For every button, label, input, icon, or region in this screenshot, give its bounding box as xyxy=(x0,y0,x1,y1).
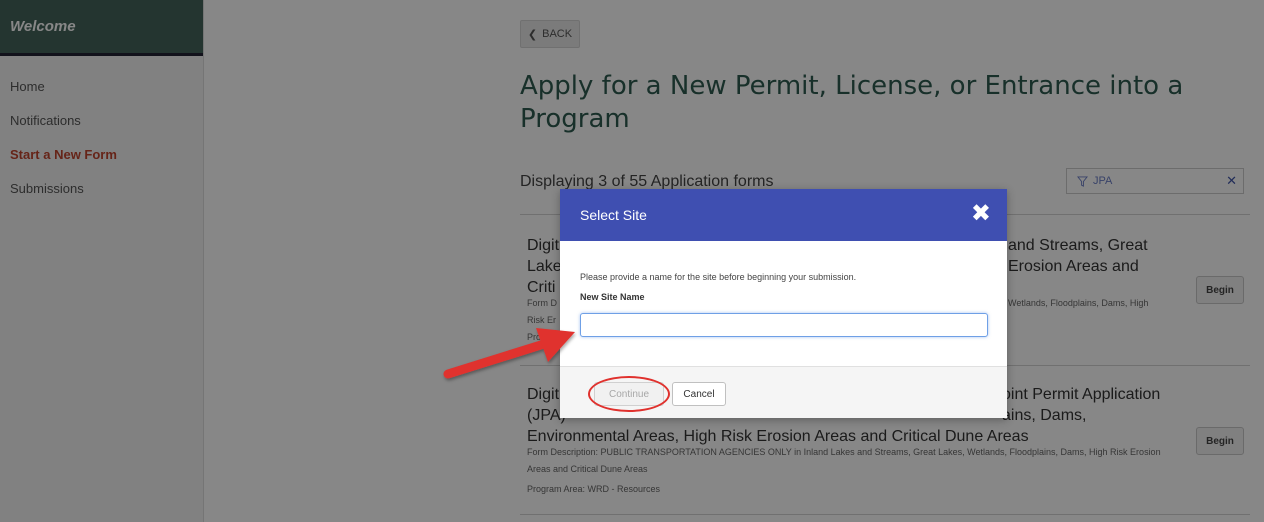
dialog-body: Please provide a name for the site befor… xyxy=(560,241,1007,337)
dialog-instruction: Please provide a name for the site befor… xyxy=(580,272,857,282)
close-icon[interactable]: ✖ xyxy=(971,202,991,226)
site-name-input[interactable] xyxy=(580,313,988,337)
dialog-header: Select Site xyxy=(560,189,1007,241)
dialog-title: Select Site xyxy=(580,207,647,223)
dialog-footer: Continue Cancel xyxy=(560,366,1007,418)
cancel-button[interactable]: Cancel xyxy=(672,382,726,406)
highlight-circle-annotation xyxy=(588,376,670,412)
site-name-label: New Site Name xyxy=(580,292,645,302)
annotation-arrow-icon xyxy=(443,328,575,379)
select-site-dialog: Select Site ✖ Please provide a name for … xyxy=(560,189,1007,418)
